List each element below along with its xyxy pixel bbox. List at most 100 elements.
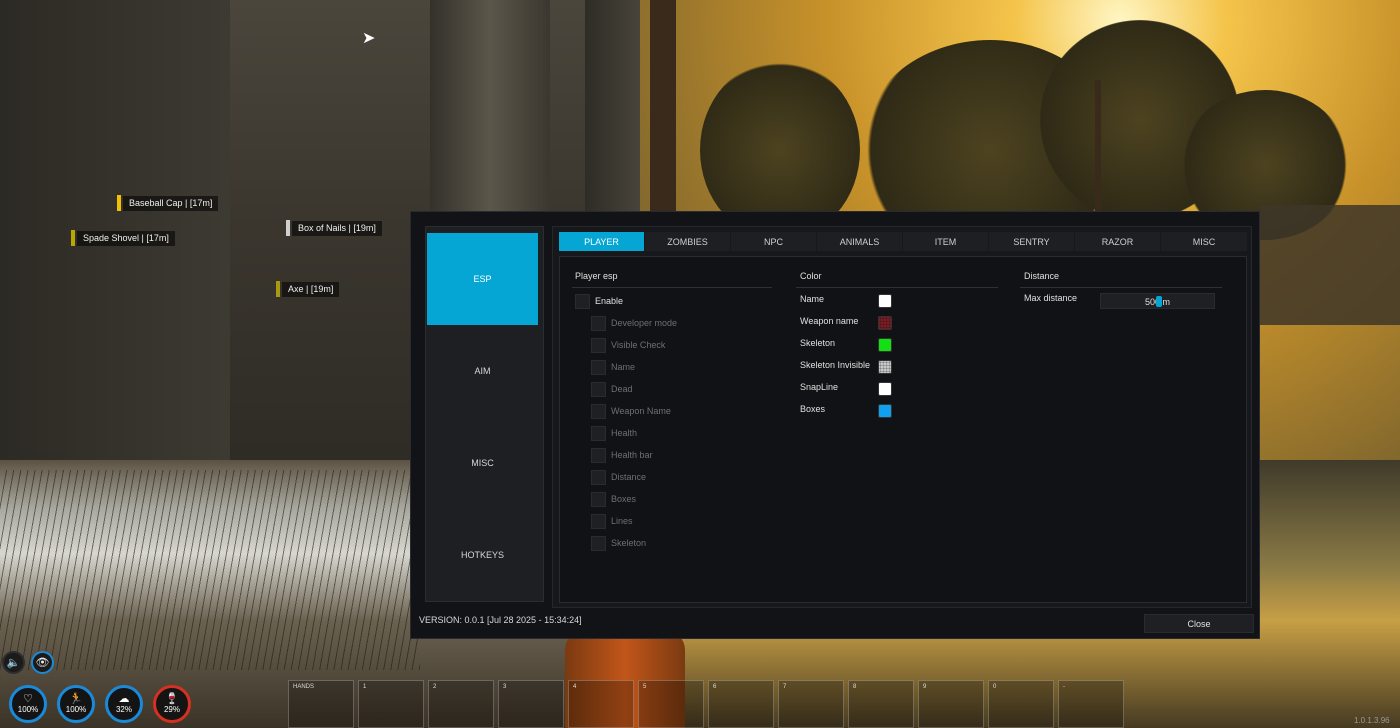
hotbar-slot[interactable]: 4: [568, 680, 634, 728]
hotbar-slot[interactable]: 1: [358, 680, 424, 728]
option-visible-check[interactable]: Visible Check: [591, 337, 665, 353]
esp-item-text: Box of Nails | [19m]: [292, 220, 382, 236]
color-swatch-skeleton-invisible[interactable]: [878, 360, 892, 374]
tab-zombies[interactable]: ZOMBIES: [645, 232, 731, 251]
checkbox[interactable]: [591, 535, 606, 551]
cheat-menu-window: ESP AIM MISC HOTKEYS PLAYER ZOMBIES NPC …: [410, 211, 1260, 639]
color-swatch-name[interactable]: [878, 294, 892, 308]
checkbox[interactable]: [591, 403, 606, 419]
sidebar-item-esp[interactable]: ESP: [427, 233, 538, 325]
tab-player[interactable]: PLAYER: [559, 232, 645, 251]
color-label: Skeleton Invisible: [800, 360, 871, 370]
option-label: Distance: [611, 472, 647, 482]
option-boxes[interactable]: Boxes: [591, 491, 636, 507]
hotbar-slot[interactable]: 3: [498, 680, 564, 728]
build-version: 1.0.1.3.96: [1354, 716, 1390, 725]
close-button[interactable]: Close: [1144, 614, 1254, 633]
checkbox[interactable]: [591, 425, 606, 441]
divider: [572, 287, 772, 288]
hotbar-slot[interactable]: HANDS: [288, 680, 354, 728]
option-label: Skeleton: [611, 538, 647, 548]
option-developer-mode[interactable]: Developer mode: [591, 315, 677, 331]
color-row-weapon-name: Weapon name: [800, 315, 1020, 331]
enable-checkbox[interactable]: [575, 293, 590, 309]
color-row-boxes: Boxes: [800, 403, 1020, 419]
checkbox[interactable]: [591, 447, 606, 463]
color-swatch-snapline[interactable]: [878, 382, 892, 396]
color-row-snapline: SnapLine: [800, 381, 1020, 397]
color-swatch-weapon-name[interactable]: [878, 316, 892, 330]
option-health-bar[interactable]: Health bar: [591, 447, 653, 463]
hotbar-slot[interactable]: -: [1058, 680, 1124, 728]
color-row-name: Name: [800, 293, 1020, 309]
tab-bar: PLAYER ZOMBIES NPC ANIMALS ITEM SENTRY R…: [559, 232, 1247, 251]
option-label: Name: [611, 362, 636, 372]
max-distance-slider[interactable]: 500 m: [1100, 293, 1215, 309]
option-label: Health bar: [611, 450, 653, 460]
food-icon: ☁: [118, 693, 130, 705]
max-distance-label: Max distance: [1024, 293, 1078, 303]
option-label: Health: [611, 428, 638, 438]
sidebar-item-aim[interactable]: AIM: [427, 325, 538, 417]
heart-icon: ♡: [23, 693, 33, 705]
tab-item[interactable]: ITEM: [903, 232, 989, 251]
food-stat: ☁ 32%: [105, 685, 143, 723]
color-title: Color: [800, 271, 822, 281]
option-label: Developer mode: [611, 318, 678, 328]
color-swatch-skeleton[interactable]: [878, 338, 892, 352]
option-weapon-name[interactable]: Weapon Name: [591, 403, 671, 419]
option-label: Dead: [611, 384, 633, 394]
hotbar-slot[interactable]: 5: [638, 680, 704, 728]
slider-handle[interactable]: [1156, 296, 1162, 307]
hotbar-slot[interactable]: 8: [848, 680, 914, 728]
color-swatch-boxes[interactable]: [878, 404, 892, 418]
option-lines[interactable]: Lines: [591, 513, 633, 529]
distance-title: Distance: [1024, 271, 1060, 281]
option-label: Lines: [611, 516, 633, 526]
esp-item-text: Spade Shovel | [17m]: [77, 230, 175, 246]
wooden-fence: [1260, 205, 1400, 325]
content-area: PLAYER ZOMBIES NPC ANIMALS ITEM SENTRY R…: [552, 226, 1252, 608]
tab-npc[interactable]: NPC: [731, 232, 817, 251]
tab-animals[interactable]: ANIMALS: [817, 232, 903, 251]
option-health[interactable]: Health: [591, 425, 637, 441]
hotbar-slot[interactable]: 2: [428, 680, 494, 728]
hotbar-slot[interactable]: 0: [988, 680, 1054, 728]
tab-razor[interactable]: RAZOR: [1075, 232, 1161, 251]
checkbox[interactable]: [591, 381, 606, 397]
sidebar-item-misc[interactable]: MISC: [427, 417, 538, 509]
esp-color-bar: [276, 281, 280, 297]
water-stat: 🍷 29%: [153, 685, 191, 723]
mouse-cursor-icon: ➤: [362, 30, 376, 47]
eye-icon[interactable]: 👁: [31, 651, 54, 674]
sidebar-item-hotkeys[interactable]: HOTKEYS: [427, 509, 538, 601]
color-label: Boxes: [800, 404, 826, 414]
color-label: Skeleton: [800, 338, 836, 348]
tab-sentry[interactable]: SENTRY: [989, 232, 1075, 251]
tab-misc[interactable]: MISC: [1161, 232, 1247, 251]
option-label: Weapon Name: [611, 406, 671, 416]
hotbar-slot[interactable]: 6: [708, 680, 774, 728]
hotbar-slot[interactable]: 9: [918, 680, 984, 728]
option-label: Boxes: [611, 494, 637, 504]
option-name[interactable]: Name: [591, 359, 635, 375]
option-distance[interactable]: Distance: [591, 469, 646, 485]
checkbox[interactable]: [591, 315, 606, 331]
color-label: Name: [800, 294, 825, 304]
stamina-stat: 🏃 100%: [57, 685, 95, 723]
enable-label: Enable: [595, 296, 624, 306]
dry-grass: [0, 470, 420, 670]
color-row-skeleton: Skeleton: [800, 337, 1020, 353]
checkbox[interactable]: [591, 513, 606, 529]
esp-color-bar: [71, 230, 75, 246]
checkbox[interactable]: [591, 359, 606, 375]
option-skeleton[interactable]: Skeleton: [591, 535, 646, 551]
option-dead[interactable]: Dead: [591, 381, 633, 397]
checkbox[interactable]: [591, 469, 606, 485]
esp-item-label: Spade Shovel | [17m]: [71, 230, 175, 246]
checkbox[interactable]: [591, 337, 606, 353]
checkbox[interactable]: [591, 491, 606, 507]
voice-icon[interactable]: 🔈: [2, 651, 25, 674]
enable-checkbox-row[interactable]: Enable: [575, 293, 623, 309]
hotbar-slot[interactable]: 7: [778, 680, 844, 728]
